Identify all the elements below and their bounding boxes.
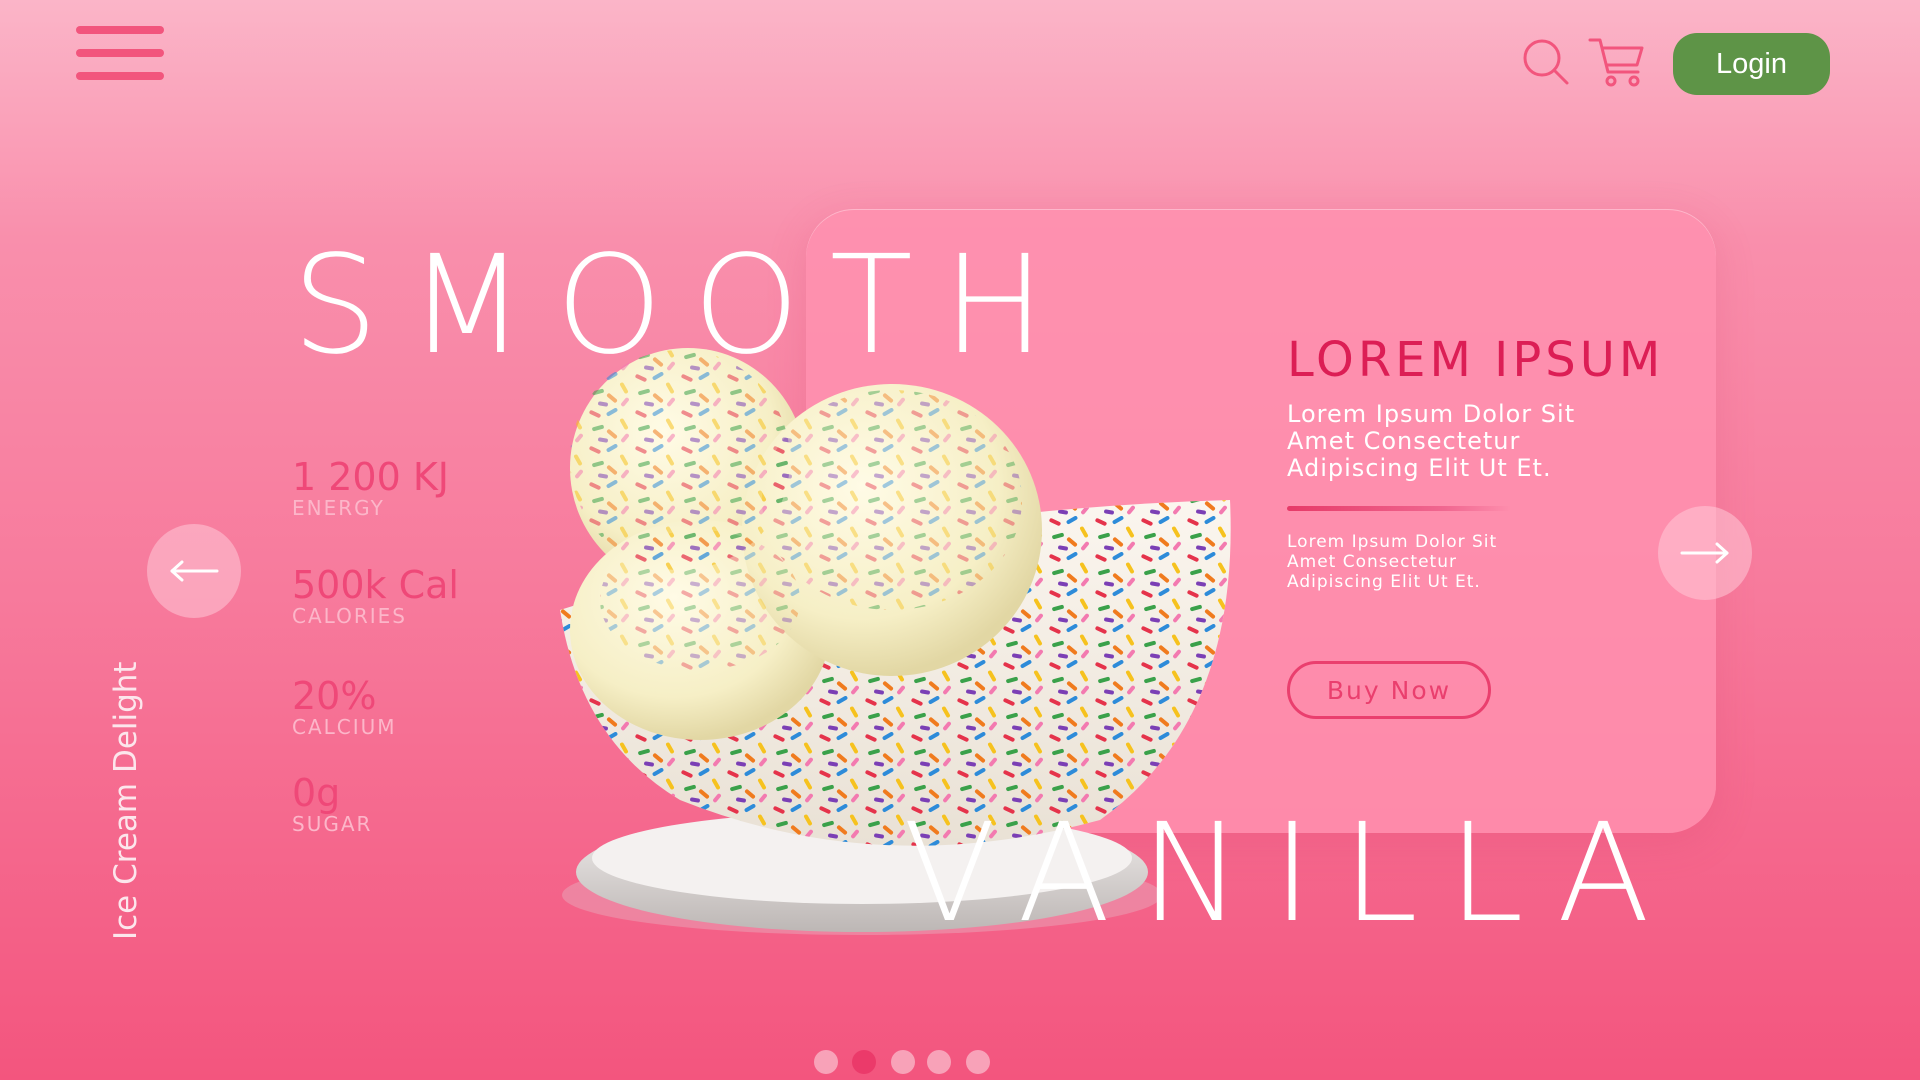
stat-label: CALCIUM: [292, 715, 397, 739]
pagination-dot[interactable]: [966, 1050, 990, 1074]
pagination-dot[interactable]: [891, 1050, 915, 1074]
stat-value: 20%: [292, 674, 377, 718]
stat-calories: 500k Cal CALORIES: [292, 566, 459, 626]
previous-slide-button[interactable]: [147, 524, 241, 618]
hero-title-bottom: VANILLA: [903, 795, 1680, 953]
stat-energy: 1 200 KJ ENERGY: [292, 458, 449, 518]
stat-calcium: 20% CALCIUM: [292, 677, 397, 737]
info-card-subtitle: Lorem Ipsum Dolor Sit Amet Consectetur A…: [1287, 400, 1576, 482]
stat-label: CALORIES: [292, 604, 407, 628]
login-button[interactable]: Login: [1673, 33, 1830, 95]
pagination-dot[interactable]: [814, 1050, 838, 1074]
stat-sugar: 0g SUGAR: [292, 774, 372, 834]
info-card-title: LOREM IPSUM: [1287, 332, 1665, 388]
pagination-dot[interactable]: [927, 1050, 951, 1074]
pagination-dot[interactable]: [852, 1050, 876, 1074]
pagination-dots: [814, 1050, 994, 1074]
arrow-right-icon: [1680, 542, 1729, 564]
search-icon[interactable]: [1522, 38, 1570, 86]
stat-value: 0g: [292, 771, 341, 815]
next-slide-button[interactable]: [1658, 506, 1752, 600]
stat-label: SUGAR: [292, 812, 373, 836]
buy-now-button[interactable]: Buy Now: [1287, 661, 1491, 719]
info-card-divider: [1287, 506, 1511, 511]
stat-value: 1 200 KJ: [292, 455, 449, 499]
shopping-cart-icon[interactable]: [1588, 36, 1646, 88]
hamburger-menu-icon[interactable]: [76, 26, 164, 80]
arrow-left-icon: [170, 560, 219, 582]
stat-value: 500k Cal: [292, 563, 459, 607]
stat-label: ENERGY: [292, 496, 385, 520]
side-label: Ice Cream Delight: [108, 661, 144, 940]
info-card-body: Lorem Ipsum Dolor Sit Amet Consectetur A…: [1287, 532, 1498, 592]
